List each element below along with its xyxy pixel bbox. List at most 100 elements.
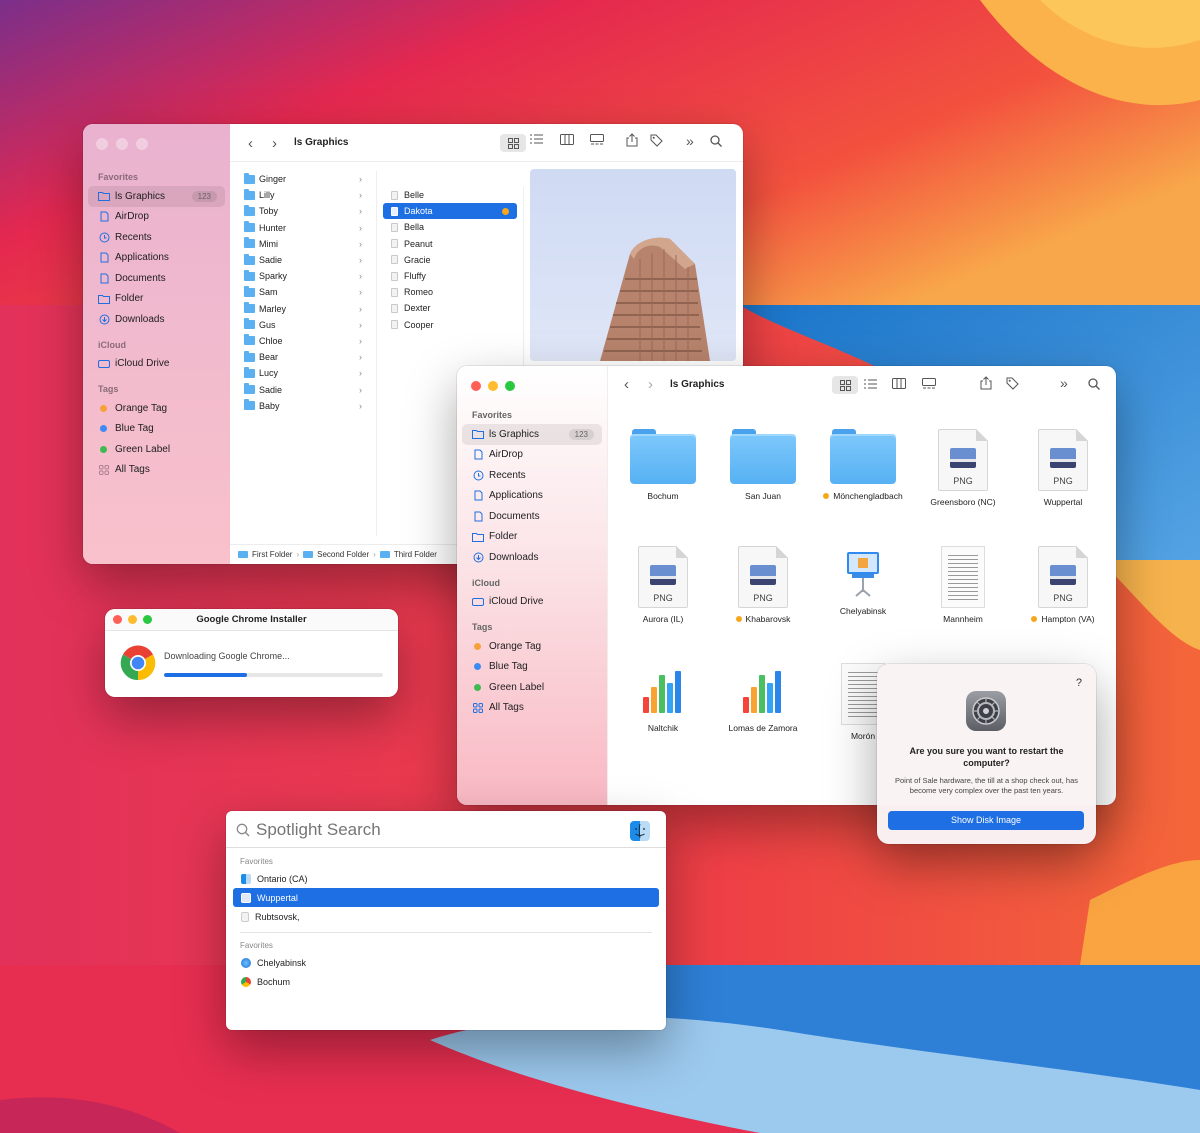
gallery-view-button[interactable] <box>590 134 604 145</box>
sidebar-item-recents[interactable]: Recents <box>88 227 225 248</box>
help-button[interactable]: ? <box>1076 677 1082 689</box>
spotlight-result-selected[interactable]: Wuppertal <box>233 888 659 907</box>
spotlight-result[interactable]: Bochum <box>233 972 659 991</box>
folder-row[interactable]: Lucy › <box>236 365 370 381</box>
sidebar-item-green-label[interactable]: Green Label <box>462 677 602 698</box>
column-view-button[interactable] <box>892 378 906 389</box>
icon-view-button[interactable] <box>832 376 858 394</box>
list-view-button[interactable] <box>864 379 877 389</box>
show-disk-image-button[interactable]: Show Disk Image <box>888 811 1084 830</box>
close-button[interactable] <box>113 615 122 624</box>
folder-row[interactable]: Sam › <box>236 284 370 300</box>
minimize-button[interactable] <box>116 138 128 150</box>
back-button[interactable]: ‹ <box>624 376 629 393</box>
more-button[interactable]: » <box>1060 375 1068 391</box>
sidebar-item-all-tags[interactable]: All Tags <box>462 698 602 719</box>
sidebar-item-ls-graphics[interactable]: ls Graphics 123 <box>88 186 225 207</box>
folder-row[interactable]: Sadie › <box>236 252 370 268</box>
icon-view-button[interactable] <box>500 134 526 152</box>
gallery-view-button[interactable] <box>922 378 936 389</box>
file-grid-item[interactable]: PNG Wuppertal <box>1013 429 1113 507</box>
sidebar-item-all-tags[interactable]: All Tags <box>88 460 225 481</box>
file-grid-item[interactable]: PNG Hampton (VA) <box>1013 546 1113 624</box>
file-row-selected[interactable]: Dakota <box>383 203 517 220</box>
close-button[interactable] <box>96 138 108 150</box>
file-grid-item[interactable]: PNG Greensboro (NC) <box>913 429 1013 507</box>
column-view-button[interactable] <box>560 134 574 145</box>
share-button[interactable] <box>980 376 992 390</box>
sidebar-item-orange-tag[interactable]: Orange Tag <box>88 398 225 419</box>
search-button[interactable] <box>710 135 722 147</box>
sidebar-item-applications[interactable]: Applications <box>462 486 602 507</box>
file-row[interactable]: Bella <box>383 219 517 235</box>
close-button[interactable] <box>471 381 481 391</box>
sidebar-item-folder[interactable]: Folder <box>462 527 602 548</box>
sidebar-item-blue-tag[interactable]: Blue Tag <box>88 419 225 440</box>
more-button[interactable]: » <box>686 133 694 149</box>
tag-button[interactable] <box>1006 377 1019 390</box>
sidebar-item-airdrop[interactable]: AirDrop <box>88 207 225 228</box>
folder-row[interactable]: Baby › <box>236 398 370 414</box>
folder-row[interactable]: Sparky › <box>236 268 370 284</box>
file-grid-item[interactable]: Lomas de Zamora <box>713 663 813 733</box>
folder-row[interactable]: Lilly › <box>236 187 370 203</box>
file-grid-item[interactable]: Chelyabinsk <box>813 546 913 616</box>
spotlight-result[interactable]: Chelyabinsk <box>233 953 659 972</box>
list-view-button[interactable] <box>530 134 543 144</box>
folder-row[interactable]: Toby › <box>236 203 370 219</box>
file-grid-item[interactable]: PNG Aurora (IL) <box>613 546 713 624</box>
file-grid-item[interactable]: Bochum <box>613 429 713 501</box>
file-grid-item[interactable]: Naltchik <box>613 663 713 733</box>
zoom-button[interactable] <box>505 381 515 391</box>
path-item-second[interactable]: Second Folder <box>317 550 369 559</box>
sidebar-item-airdrop[interactable]: AirDrop <box>462 445 602 466</box>
folder-row[interactable]: Bear › <box>236 349 370 365</box>
sidebar-item-icloud-drive[interactable]: iCloud Drive <box>88 354 225 375</box>
path-item-third[interactable]: Third Folder <box>394 550 437 559</box>
folder-row[interactable]: Hunter › <box>236 220 370 236</box>
file-grid-item[interactable]: PNG Khabarovsk <box>713 546 813 624</box>
file-grid-item[interactable]: Mannheim <box>913 546 1013 624</box>
sidebar-item-orange-tag[interactable]: Orange Tag <box>462 636 602 657</box>
file-row[interactable]: Gracie <box>383 252 517 268</box>
sidebar-item-downloads[interactable]: Downloads <box>462 547 602 568</box>
file-grid-item[interactable]: San Juan <box>713 429 813 501</box>
zoom-button[interactable] <box>136 138 148 150</box>
folder-row[interactable]: Marley › <box>236 301 370 317</box>
zoom-button[interactable] <box>143 615 152 624</box>
file-row[interactable]: Cooper <box>383 317 517 333</box>
folder-row[interactable]: Ginger › <box>236 171 370 187</box>
file-grid-item[interactable]: Mönchengladbach <box>813 429 913 501</box>
sidebar-item-folder[interactable]: Folder <box>88 289 225 310</box>
sidebar-item-icloud-drive[interactable]: iCloud Drive <box>462 592 602 613</box>
file-row[interactable]: Fluffy <box>383 268 517 284</box>
forward-button[interactable]: › <box>272 135 277 152</box>
tag-button[interactable] <box>650 134 663 147</box>
file-row[interactable]: Peanut <box>383 236 517 252</box>
file-row[interactable]: Belle <box>383 187 517 203</box>
minimize-button[interactable] <box>488 381 498 391</box>
sidebar-item-downloads[interactable]: Downloads <box>88 309 225 330</box>
spotlight-search-input[interactable] <box>256 818 616 842</box>
spotlight-result[interactable]: Ontario (CA) <box>233 869 659 888</box>
search-button[interactable] <box>1088 378 1100 390</box>
folder-row[interactable]: Sadie › <box>236 381 370 397</box>
file-row[interactable]: Dexter <box>383 300 517 316</box>
share-button[interactable] <box>626 133 638 147</box>
file-row[interactable]: Romeo <box>383 284 517 300</box>
sidebar-item-documents[interactable]: Documents <box>462 506 602 527</box>
folder-row[interactable]: Mimi › <box>236 236 370 252</box>
sidebar-item-applications[interactable]: Applications <box>88 248 225 269</box>
spotlight-result[interactable]: Rubtsovsk, <box>233 907 659 926</box>
minimize-button[interactable] <box>128 615 137 624</box>
sidebar-item-recents[interactable]: Recents <box>462 465 602 486</box>
path-item-first[interactable]: First Folder <box>252 550 292 559</box>
folder-row[interactable]: Gus › <box>236 317 370 333</box>
back-button[interactable]: ‹ <box>248 135 253 152</box>
folder-row[interactable]: Chloe › <box>236 333 370 349</box>
sidebar-item-green-label[interactable]: Green Label <box>88 439 225 460</box>
forward-button[interactable]: › <box>648 376 653 393</box>
sidebar-item-ls-graphics[interactable]: ls Graphics 123 <box>462 424 602 445</box>
sidebar-item-blue-tag[interactable]: Blue Tag <box>462 657 602 678</box>
sidebar-item-documents[interactable]: Documents <box>88 268 225 289</box>
